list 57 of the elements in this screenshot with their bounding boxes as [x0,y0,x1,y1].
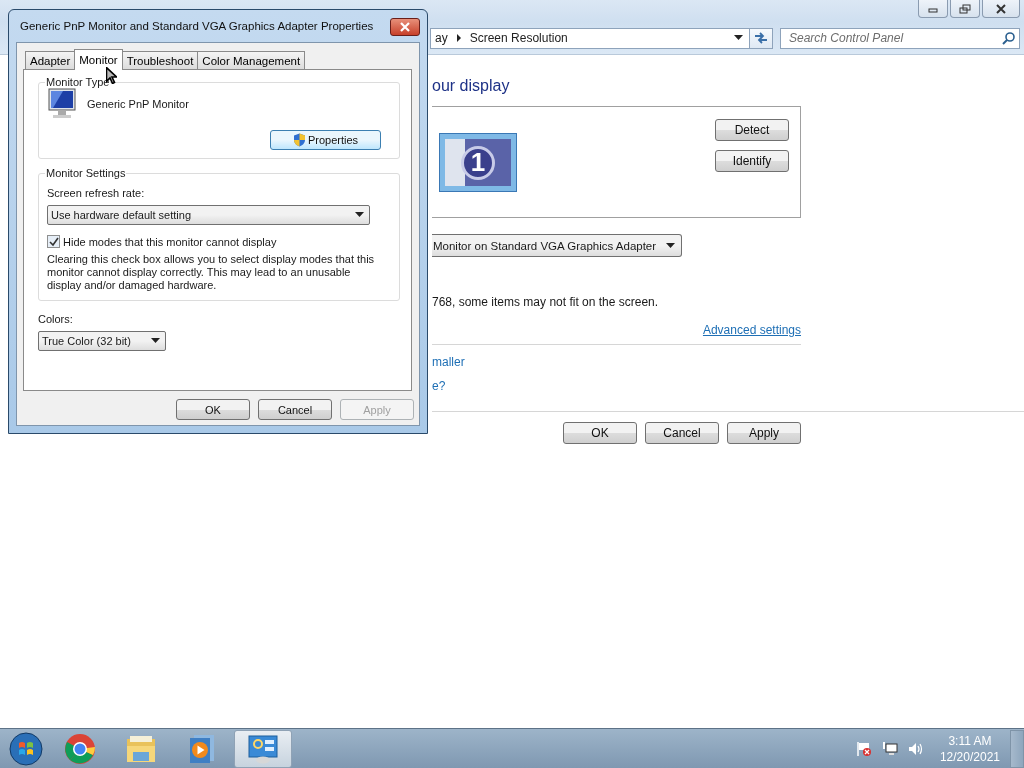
restore-button[interactable] [950,0,980,18]
close-icon [995,3,1007,14]
colors-dropdown[interactable]: True Color (32 bit) [38,331,166,351]
help-link[interactable]: maller [432,355,465,369]
control-panel-taskbar-icon[interactable] [234,729,292,768]
restore-icon [959,3,971,14]
breadcrumb-item[interactable]: Screen Resolution [469,31,568,45]
group-title: Monitor Type [45,76,111,88]
advanced-settings-link[interactable]: Advanced settings [702,323,801,337]
tab[interactable]: Troubleshoot [121,51,199,69]
refresh-icon [754,32,768,44]
dialog-button[interactable]: OK [563,422,637,444]
network-icon[interactable] [881,740,898,757]
help-link[interactable]: e? [432,379,446,393]
clock-time: 3:11 AM [948,732,992,749]
dropdown-arrow-icon [734,35,743,41]
window-title: Generic PnP Monitor and Standard VGA Graphics Adapter Properties [20,20,374,32]
tab[interactable]: Color Management [197,51,306,69]
display-button[interactable]: Identify [715,150,789,172]
search-icon [1002,31,1015,45]
close-button[interactable] [390,18,420,36]
close-button[interactable] [982,0,1020,18]
dialog-button[interactable]: Apply [727,422,801,444]
warning-note: Clearing this check box allows you to select display modes that this monitor cannot display correctly. This may lead to an unusable display and/or damaged hardware. [47,253,376,292]
warning-text: 768, some items may not fit on the screen. [432,295,660,309]
display-dropdown[interactable]: Monitor on Standard VGA Graphics Adapter [432,234,682,257]
dropdown-arrow-icon [355,212,364,218]
breadcrumb-item[interactable]: ay [435,31,448,45]
dropdown-arrow-icon [666,242,675,249]
field-label: Screen refresh rate: [47,187,146,199]
breadcrumb-arrow-icon [455,34,462,42]
dialog-button[interactable]: OK [176,399,250,420]
checkbox[interactable] [47,235,60,248]
dialog-button[interactable]: Cancel [645,422,719,444]
search-field[interactable]: Search Control Panel [780,27,1020,49]
monitor-name: Generic PnP Monitor [87,98,189,110]
search-input[interactable]: Search Control Panel [789,31,1002,45]
display-button[interactable]: Detect [715,119,789,141]
group-title: Monitor Settings [45,167,127,179]
address-bar[interactable]: ay Screen Resolution [430,27,750,49]
dropdown-arrow-icon [151,338,160,344]
properties-button[interactable]: Properties [270,130,381,150]
refresh-rate-dropdown[interactable]: Use hardware default setting [47,205,370,225]
dialog-button[interactable]: Cancel [258,399,332,420]
page-heading: our display [432,77,511,95]
field-label: Colors: [38,313,74,325]
monitor-icon [47,88,77,120]
refresh-button[interactable] [750,27,773,49]
clock-date: 12/20/2021 [939,748,1000,765]
action-center-flag-icon[interactable] [855,740,872,757]
monitor-badge[interactable]: 1 [439,133,517,192]
close-icon [399,22,411,32]
minimize-button[interactable] [918,0,948,18]
shield-icon [292,133,306,147]
checkbox-label[interactable]: Hide modes that this monitor cannot display [63,235,277,248]
tab[interactable]: Adapter [25,51,76,69]
tab[interactable]: Monitor [74,49,123,70]
